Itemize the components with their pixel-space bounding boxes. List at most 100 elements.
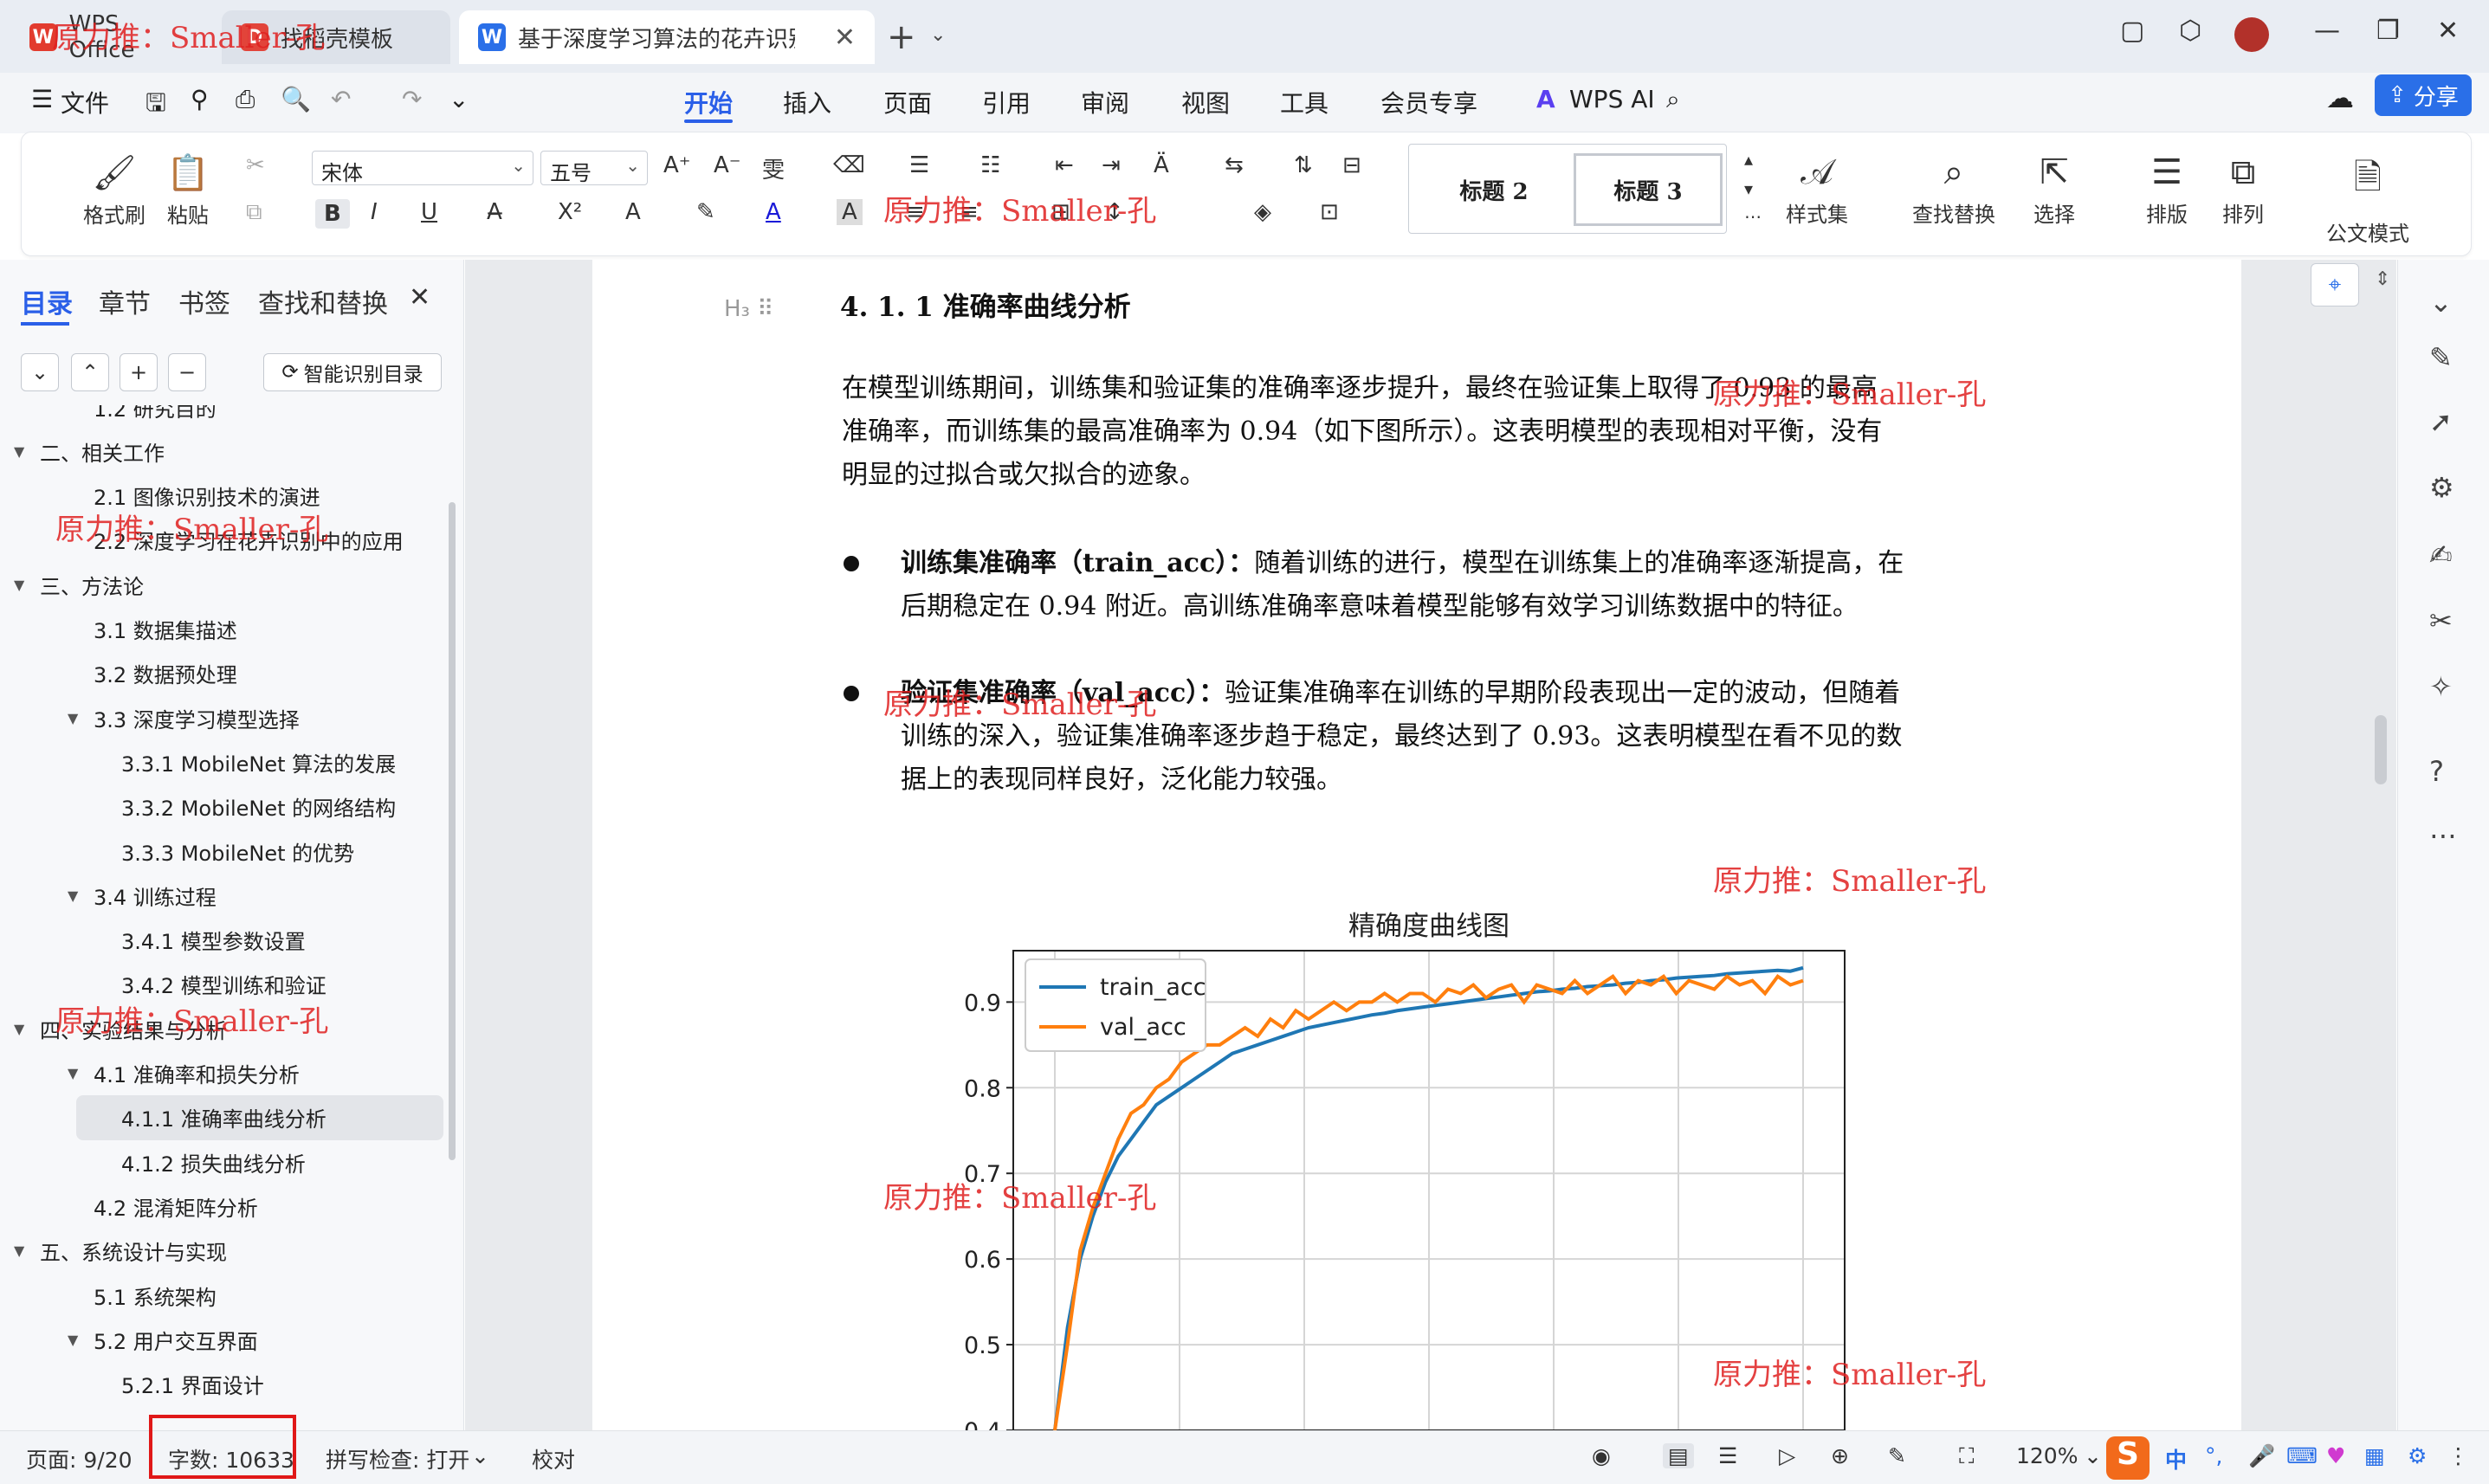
bullet-list-icon[interactable]: ☰ (909, 152, 929, 178)
menu-icon[interactable]: ☰ (31, 85, 53, 113)
ime-chinese-icon[interactable]: 中 (2165, 1443, 2187, 1474)
menu-reference[interactable]: 引用 (982, 85, 1031, 119)
nav-tab-find-replace[interactable]: 查找和替换 (258, 282, 388, 320)
save-icon[interactable]: 🖫 (145, 85, 166, 126)
menu-page[interactable]: 页面 (883, 85, 932, 119)
skin-icon[interactable]: ♥ (2326, 1443, 2345, 1468)
menu-tools[interactable]: 工具 (1280, 85, 1329, 119)
pin-pane-icon[interactable]: ⇕ (2375, 268, 2390, 290)
superscript-button[interactable]: X² (558, 199, 582, 225)
menu-insert[interactable]: 插入 (783, 85, 831, 119)
nav-tab-bookmark[interactable]: 书签 (178, 282, 230, 320)
avatar[interactable] (2234, 17, 2269, 52)
menu-wps-ai[interactable]: WPS AI (1569, 85, 1655, 113)
web-view-icon[interactable]: ⊕ (1831, 1443, 1849, 1468)
new-tab-icon[interactable]: + (887, 17, 916, 57)
chevron-down-icon[interactable]: ⌄ (471, 1443, 489, 1468)
nav-tab-chapter[interactable]: 章节 (99, 282, 151, 320)
expand-triangle-icon[interactable]: ▼ (14, 1242, 24, 1259)
text-effect-icon[interactable]: A (625, 199, 641, 225)
toc-item[interactable]: 3.2 数据预处理 (0, 651, 450, 696)
adjust-sliders-icon[interactable]: ⚙ (2429, 471, 2454, 504)
minimize-icon[interactable]: — (2314, 16, 2340, 46)
expand-triangle-icon[interactable]: ▼ (68, 887, 78, 904)
official-mode-button[interactable]: 🗎 公文模式 (2326, 152, 2409, 247)
page-view-icon[interactable]: ▤ (1663, 1443, 1694, 1468)
add-heading-button[interactable]: + (120, 353, 158, 391)
sort-icon[interactable]: ⇅ (1294, 152, 1313, 178)
share-link-icon[interactable]: ⚲ (191, 85, 209, 113)
text-direction-icon[interactable]: Ä (1154, 152, 1169, 178)
print-icon[interactable]: ⎙ (236, 85, 255, 114)
chevron-down-icon[interactable]: ⌄ (930, 24, 946, 46)
collapse-rail-icon[interactable]: ⌄ (2429, 286, 2453, 319)
expand-triangle-icon[interactable]: ▼ (68, 1065, 78, 1081)
expand-triangle-icon[interactable]: ▼ (68, 1332, 78, 1348)
pen-icon[interactable]: ✎ (2429, 341, 2453, 374)
toc-item[interactable]: 3.3.3 MobileNet 的优势 (0, 829, 450, 874)
ime-menu-icon[interactable]: ⋮ (2447, 1443, 2469, 1468)
fit-page-icon[interactable]: ⛶ (1959, 1443, 1975, 1469)
zoom-level[interactable]: 120% (2016, 1443, 2078, 1468)
toc-item[interactable]: 4.2 混淆矩阵分析 (0, 1184, 450, 1229)
paragraph-line[interactable]: 后期稳定在 0.94 附近。高训练准确率意味着模型能够有效学习训练数据中的特征。 (901, 585, 1859, 629)
mic-icon[interactable]: 🎤 (2248, 1443, 2275, 1469)
select-button[interactable]: ⇱ 选择 (2033, 152, 2075, 228)
toc-item[interactable]: ▼ 二、相关工作 (0, 429, 450, 474)
distribute-icon[interactable]: ⊟ (1342, 152, 1361, 178)
underline-button[interactable]: U (421, 199, 437, 225)
print-preview-icon[interactable]: 🔍 (281, 85, 311, 113)
toolbox-icon[interactable]: ▦ (2364, 1443, 2385, 1468)
menu-home[interactable]: 开始 (684, 85, 733, 119)
maximize-icon[interactable]: ❐ (2376, 16, 2400, 46)
toc-item[interactable]: 4.1.2 损失曲线分析 (0, 1139, 450, 1184)
paste-button[interactable]: 📋 粘贴 (166, 152, 210, 229)
italic-button[interactable]: I (371, 199, 378, 225)
arrange-button[interactable]: ⧉ 排列 (2222, 152, 2264, 228)
proofread-button[interactable]: 校对 (532, 1443, 575, 1474)
font-size-select[interactable]: 五号 ⌄ (540, 151, 648, 185)
clear-format-icon[interactable]: ⌫ (833, 152, 865, 178)
font-color-icon[interactable]: A (766, 199, 781, 225)
expand-triangle-icon[interactable]: ▼ (14, 1021, 24, 1037)
cube-icon[interactable]: ⬡ (2179, 16, 2201, 46)
more-icon[interactable]: ⋯ (2429, 819, 2457, 852)
sogou-ime-icon[interactable]: S (2106, 1436, 2150, 1480)
toc-item[interactable]: 3.4.1 模型参数设置 (0, 918, 450, 963)
strikethrough-button[interactable]: A̶ (487, 199, 502, 225)
gallery-up-icon[interactable]: ▴ (1744, 149, 1753, 170)
help-icon[interactable]: ? (2429, 755, 2444, 788)
gallery-more-icon[interactable]: ⋯ (1744, 206, 1762, 227)
document-scrollbar[interactable] (2375, 715, 2387, 784)
shrink-font-icon[interactable]: A⁻ (714, 152, 741, 178)
menu-member[interactable]: 会员专享 (1380, 85, 1477, 119)
toc-item[interactable]: 5.2.1 界面设计 (0, 1362, 450, 1407)
zoom-dropdown-icon[interactable]: ⌄ (2084, 1443, 2102, 1468)
menu-view[interactable]: 视图 (1181, 85, 1230, 119)
phonetic-icon[interactable]: 雯 (762, 152, 785, 184)
toc-item[interactable]: 5.1 系统架构 (0, 1273, 450, 1318)
grow-font-icon[interactable]: A⁺ (663, 152, 691, 178)
expand-up-button[interactable]: ⌃ (71, 353, 109, 391)
toc-item[interactable]: 3.3.1 MobileNet 算法的发展 (0, 739, 450, 784)
close-tab-icon[interactable]: ✕ (834, 23, 856, 53)
paragraph-line[interactable]: 准确率，而训练集的最高准确率为 0.94（如下图所示）。这表明模型的表现相对平衡… (842, 410, 1882, 454)
copy-icon[interactable]: ⧉ (246, 199, 262, 226)
toc-item[interactable]: 1.2 研究目的 (0, 405, 450, 429)
nav-scrollbar[interactable] (449, 502, 456, 1160)
toc-item[interactable]: 3.1 数据集描述 (0, 607, 450, 652)
char-shading-icon[interactable]: A (837, 199, 863, 225)
spell-check-toggle[interactable]: 拼写检查: 打开 (326, 1443, 469, 1474)
toc-item[interactable]: ▼ 3.3 深度学习模型选择 (0, 695, 450, 740)
paragraph-line[interactable]: 明显的过拟合或欠拟合的迹象。 (842, 454, 1206, 497)
numbered-list-icon[interactable]: ☷ (980, 152, 1000, 178)
close-window-icon[interactable]: ✕ (2437, 16, 2459, 46)
toc-item[interactable]: ▼ 五、系统设计与实现 (0, 1229, 450, 1274)
tools-icon[interactable]: ✂ (2429, 604, 2453, 637)
fill-color-icon[interactable]: ◈ (1254, 199, 1271, 225)
tab-document[interactable]: W 基于深度学习算法的花卉识别 ✕ (459, 10, 875, 64)
cut-icon[interactable]: ✂ (246, 152, 265, 178)
style-heading-3[interactable]: 标题 3 (1574, 153, 1723, 226)
collapse-all-button[interactable]: ⌄ (21, 353, 59, 391)
find-replace-button[interactable]: ⌕ 查找替换 (1912, 152, 1995, 228)
